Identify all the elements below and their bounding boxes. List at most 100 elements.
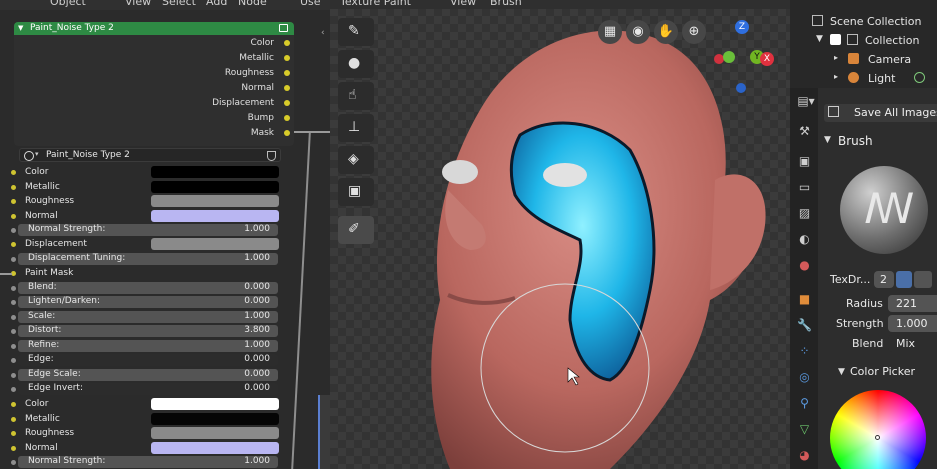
input-socket[interactable] [11,373,16,378]
paint-mask-input[interactable]: Paint Mask [25,267,280,281]
outliner-scene-collection[interactable]: Scene Collection [790,12,937,30]
input-socket[interactable] [11,402,16,407]
menu-object[interactable]: Object [50,0,86,8]
editor-type-icon[interactable]: ▤▾ [794,94,818,111]
node-group-name[interactable]: Paint_Noise Type 2 [46,150,130,160]
region-toggle-arrow[interactable]: ‹ [321,28,325,38]
input-socket[interactable] [11,228,16,233]
group-node[interactable]: ▼ Paint_Noise Type 2 Color Metallic Roug… [14,22,294,146]
gizmo-z-axis[interactable]: Z [735,20,749,34]
output-tab-icon[interactable]: ▭ [796,180,813,197]
viewport-canvas[interactable] [330,0,790,469]
input-socket[interactable] [11,257,16,262]
tool-mask[interactable]: ▣ [338,178,374,206]
outliner-camera[interactable]: ▸ Camera [790,50,937,68]
radius-field[interactable]: Radius 221 [818,295,937,313]
tool-draw[interactable]: ✎ [338,18,374,46]
brush-name[interactable]: TexDr... [830,273,870,286]
grid-view-icon[interactable]: ▦ [598,20,622,44]
3d-viewport[interactable]: Texture Paint View Brush ✎ ● ☝ ⊥ ◈ ▣ ✐ ▦… [330,0,790,469]
collapse-icon[interactable]: ▼ [18,22,23,35]
output-socket[interactable] [284,115,290,121]
input-socket[interactable] [11,199,16,204]
menu-brush[interactable]: Brush [490,0,522,8]
edge-field[interactable]: Edge: 0.000 [18,354,278,366]
color-wheel-cursor[interactable] [875,435,880,440]
world-tab-icon[interactable]: ● [796,258,813,275]
save-all-images-button[interactable]: Save All Images [824,104,937,122]
color-input[interactable]: Color [25,166,280,180]
displacement-input[interactable]: Displacement [25,238,280,252]
fake-user-shield-icon[interactable] [896,271,912,288]
expand-arrow-icon[interactable]: ▸ [834,53,838,62]
expand-arrow-icon[interactable]: ▸ [834,72,838,81]
menu-view[interactable]: View [125,0,151,8]
input-socket[interactable] [11,315,16,320]
field-value[interactable]: 1.000 [888,315,937,332]
output-socket[interactable] [284,100,290,106]
output-socket[interactable] [284,85,290,91]
node-header[interactable]: ▼ Paint_Noise Type 2 [14,22,294,35]
fake-user-shield-icon[interactable] [267,151,276,161]
field-value[interactable]: 221 [888,295,937,312]
roughness-input[interactable]: Roughness [25,195,280,209]
brush-preview[interactable]: ꟿ [840,166,928,254]
output-socket[interactable] [284,40,290,46]
camera-view-icon[interactable]: ◉ [626,20,650,44]
menu-select[interactable]: Select [162,0,196,8]
input-socket[interactable] [11,286,16,291]
input-socket[interactable] [11,242,16,247]
input-socket[interactable] [11,446,16,451]
menu-use-nodes[interactable]: Use N [300,0,330,10]
node-group-selector[interactable]: ▾ Paint_Noise Type 2 [19,148,281,162]
color-swatch[interactable] [151,195,279,207]
material-tab-icon[interactable]: ◕ [796,448,813,465]
color-picker-header[interactable]: ▼ Color Picker [818,364,937,382]
input-socket[interactable] [11,431,16,436]
gizmo-neg-y-axis[interactable] [723,51,735,63]
strength-field[interactable]: Strength 1.000 [818,315,937,333]
color-wheel[interactable] [830,390,926,469]
color-swatch[interactable] [151,210,279,222]
menu-view[interactable]: View [450,0,476,8]
tool-clone[interactable]: ⊥ [338,114,374,142]
color-swatch[interactable] [151,238,279,250]
node-group-icon[interactable] [279,24,288,32]
blend-mode-field[interactable]: Blend Mix [818,335,937,353]
blend-field[interactable]: Blend: 0.000 [18,282,278,294]
gizmo-neg-z-axis[interactable] [736,83,746,93]
normal-input[interactable]: Normal [25,210,280,224]
menu-add[interactable]: Add [206,0,227,8]
brush-panel-header[interactable]: ▼ Brush [818,131,937,151]
input-socket[interactable] [11,300,16,305]
field-value[interactable]: Mix [888,335,937,352]
color-swatch[interactable] [151,398,279,410]
gizmo-x-axis[interactable]: X [760,52,774,66]
refine-field[interactable]: Refine: 1.000 [18,340,278,352]
brush-datablock[interactable]: TexDr... 2 [818,271,937,289]
brush-users-count[interactable]: 2 [874,271,894,288]
output-socket[interactable] [284,130,290,136]
displacement-tuning-field[interactable]: Displacement Tuning: 1.000 [18,253,278,265]
input-socket[interactable] [11,358,16,363]
color-swatch[interactable] [151,166,279,178]
normal-strength-field[interactable]: Normal Strength: 1.000 [18,224,278,236]
lighten-darken-field[interactable]: Lighten/Darken: 0.000 [18,296,278,308]
tool-settings-tab-icon[interactable]: ⚒ [796,124,813,141]
edge-scale-field[interactable]: Edge Scale: 0.000 [18,369,278,381]
expand-arrow-icon[interactable]: ▼ [816,34,823,44]
duplicate-brush-icon[interactable] [914,271,932,288]
output-socket[interactable] [284,55,290,61]
distort-field[interactable]: Distort: 3.800 [18,325,278,337]
input-socket[interactable] [11,460,16,465]
input-socket[interactable] [11,344,16,349]
color-swatch[interactable] [151,427,279,439]
n-panel-tab[interactable] [318,395,330,469]
color-swatch[interactable] [151,181,279,193]
menu-node[interactable]: Node [238,0,267,8]
tool-annotate[interactable]: ✐ [338,216,374,244]
metallic-input[interactable]: Metallic [25,181,280,195]
output-socket[interactable] [284,70,290,76]
color-swatch[interactable] [151,413,279,425]
metallic2-input[interactable]: Metallic [25,413,280,427]
